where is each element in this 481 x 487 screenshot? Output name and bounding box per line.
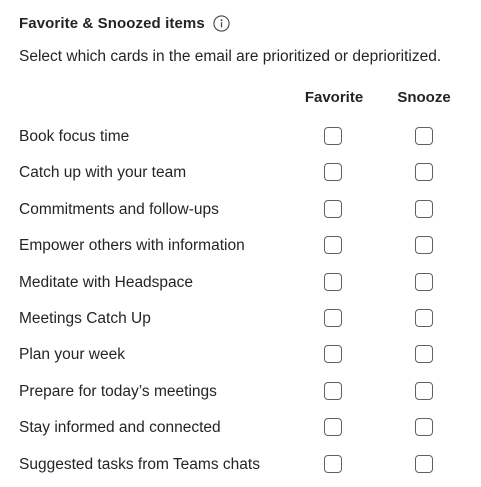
favorite-checkbox[interactable] bbox=[324, 454, 342, 473]
section-description: Select which cards in the email are prio… bbox=[19, 48, 442, 65]
list-item: Prepare for today’s meetings bbox=[0, 373, 481, 409]
item-label: Prepare for today’s meetings bbox=[19, 382, 217, 400]
item-label: Plan your week bbox=[19, 346, 125, 364]
snooze-checkbox[interactable] bbox=[415, 163, 433, 182]
item-label: Book focus time bbox=[19, 128, 130, 145]
favorite-checkbox[interactable] bbox=[324, 163, 342, 182]
snooze-checkbox[interactable] bbox=[415, 308, 433, 327]
favorite-checkbox[interactable] bbox=[324, 236, 342, 255]
item-label: Meditate with Headspace bbox=[19, 273, 194, 291]
list-item: Empower others with information bbox=[0, 227, 481, 263]
favorite-checkbox[interactable] bbox=[324, 381, 342, 400]
list-item: Meetings Catch Up bbox=[0, 300, 481, 336]
info-icon[interactable] bbox=[213, 14, 230, 32]
column-header-snooze: Snooze bbox=[397, 89, 451, 106]
column-header-favorite: Favorite bbox=[304, 89, 364, 106]
list-item: Suggested tasks from Teams chats bbox=[0, 446, 481, 482]
list-item: Commitments and follow-ups bbox=[0, 191, 481, 227]
snooze-checkbox[interactable] bbox=[415, 127, 433, 145]
items-list: Book focus time Catch up with your team … bbox=[0, 118, 481, 482]
list-item: Book focus time bbox=[0, 118, 481, 154]
snooze-checkbox[interactable] bbox=[415, 236, 433, 255]
favorite-checkbox[interactable] bbox=[324, 199, 342, 218]
snooze-checkbox[interactable] bbox=[415, 381, 433, 400]
item-label: Commitments and follow-ups bbox=[19, 200, 219, 218]
favorite-checkbox[interactable] bbox=[324, 345, 342, 364]
snooze-checkbox[interactable] bbox=[415, 454, 433, 473]
list-item: Plan your week bbox=[0, 336, 481, 372]
favorite-checkbox[interactable] bbox=[324, 418, 342, 437]
snooze-checkbox[interactable] bbox=[415, 199, 433, 218]
snooze-checkbox[interactable] bbox=[415, 418, 433, 437]
list-item: Meditate with Headspace bbox=[0, 264, 481, 300]
favorite-checkbox[interactable] bbox=[324, 272, 342, 291]
section-header: Favorite & Snoozed items bbox=[19, 12, 230, 34]
item-label: Empower others with information bbox=[19, 237, 245, 255]
snooze-checkbox[interactable] bbox=[415, 345, 433, 364]
item-label: Stay informed and connected bbox=[19, 419, 221, 437]
favorite-checkbox[interactable] bbox=[324, 127, 342, 145]
snooze-checkbox[interactable] bbox=[415, 272, 433, 291]
list-item: Stay informed and connected bbox=[0, 409, 481, 445]
item-label: Suggested tasks from Teams chats bbox=[19, 455, 260, 473]
favorite-checkbox[interactable] bbox=[324, 308, 342, 327]
section-title: Favorite & Snoozed items bbox=[19, 14, 205, 32]
item-label: Catch up with your team bbox=[19, 164, 187, 182]
item-label: Meetings Catch Up bbox=[19, 309, 151, 327]
list-item: Catch up with your team bbox=[0, 154, 481, 190]
